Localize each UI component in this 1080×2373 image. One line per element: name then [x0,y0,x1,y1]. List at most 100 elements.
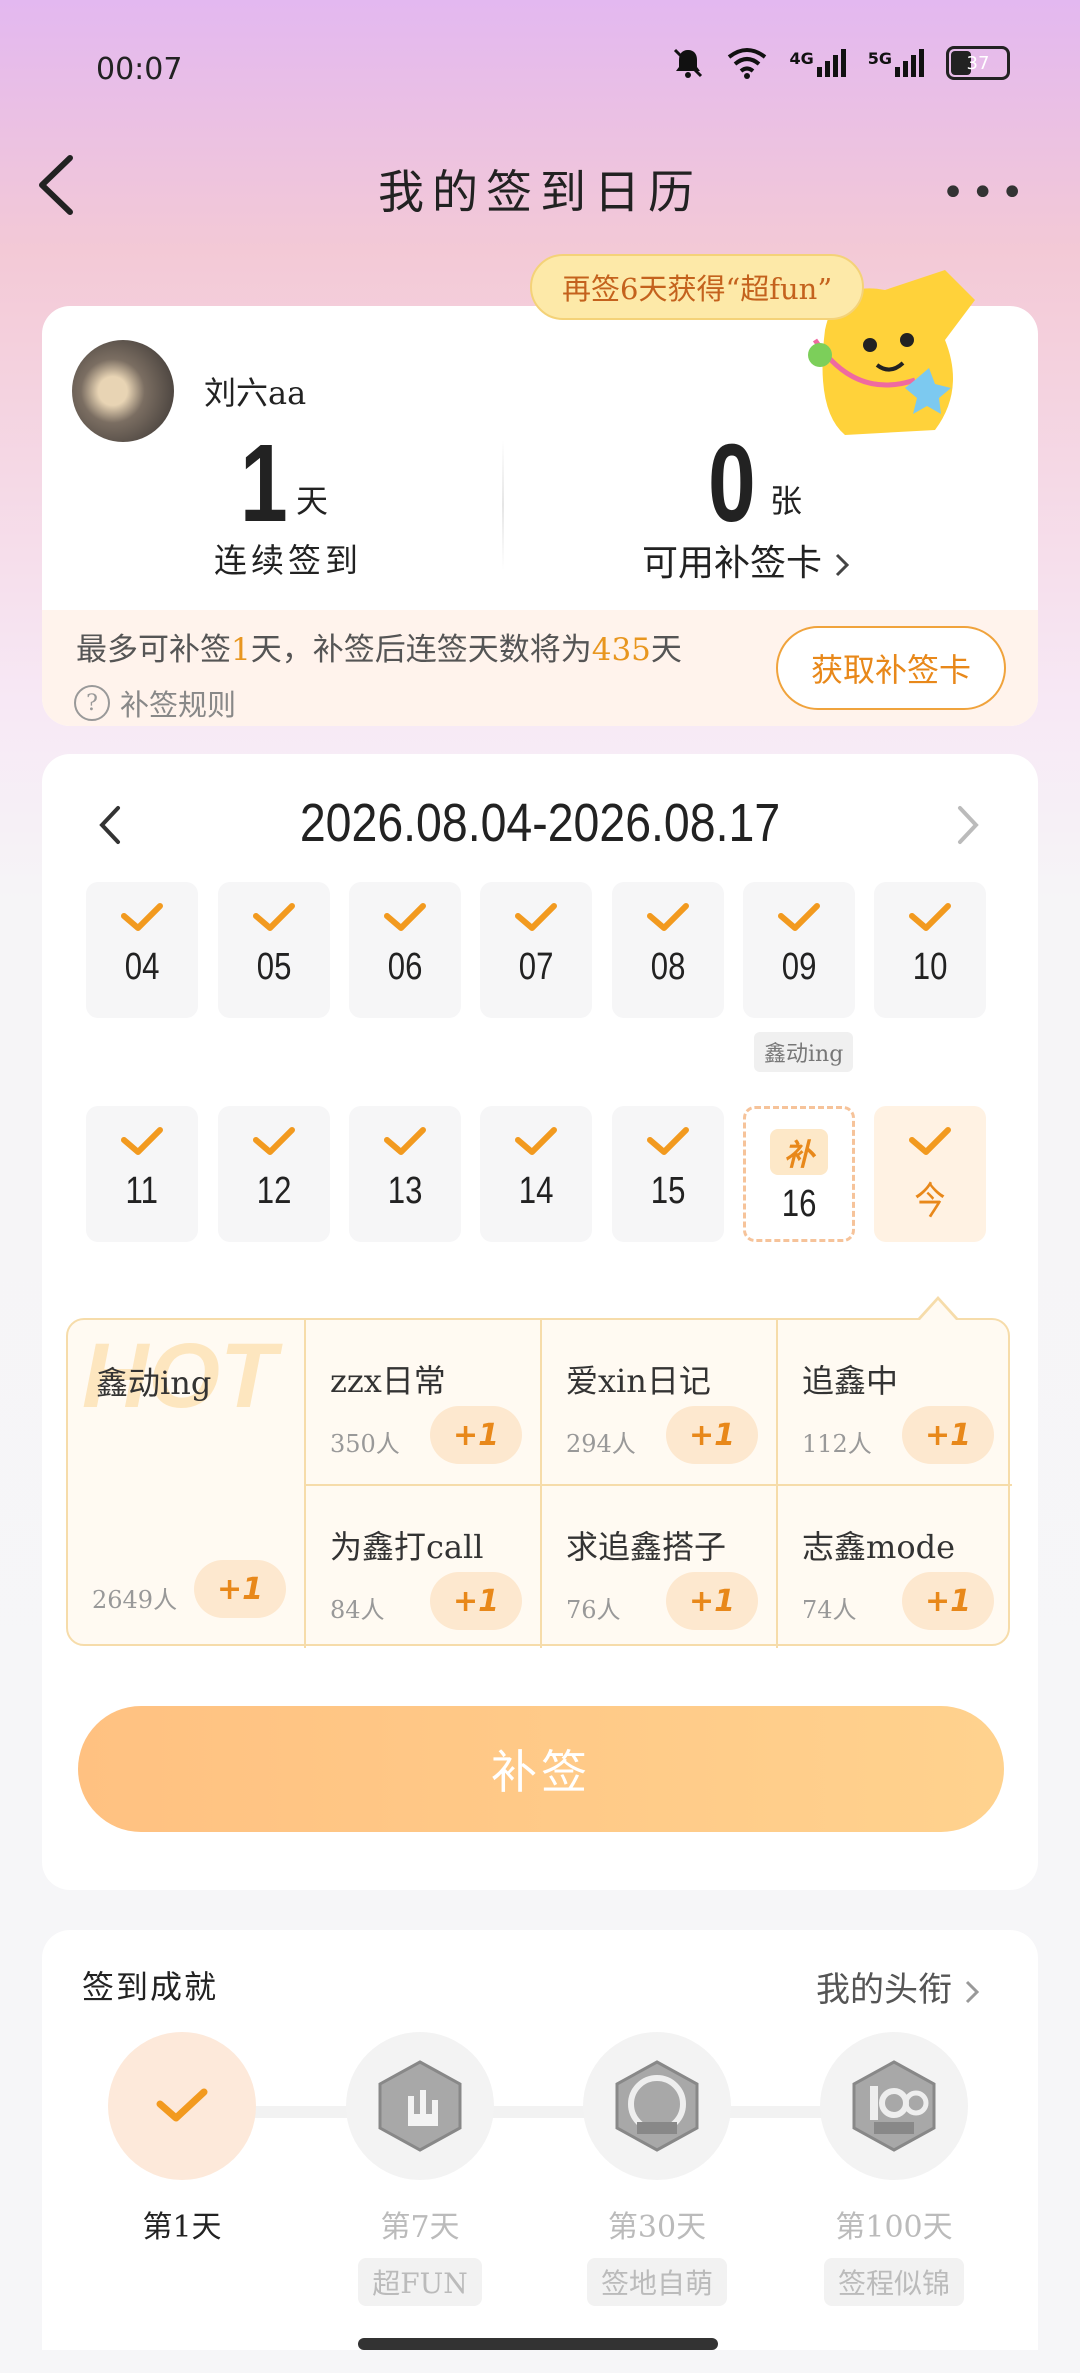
achievement-label: 第1天 [142,2210,222,2245]
calendar-day[interactable]: 06 [349,882,461,1018]
streak-days-label: 连续签到 [214,541,362,580]
calendar-day[interactable]: 12 [218,1106,330,1242]
day-number: 07 [518,946,554,988]
makeup-cards-unit: 张 [770,482,803,520]
today-label: 今 [914,1181,946,1223]
topic-plus-button[interactable]: +1 [430,1572,522,1630]
topics-pointer-inner [920,1300,956,1320]
makeup-rule-link[interactable]: ? 补签规则 [74,682,236,724]
calendar-day[interactable]: 05 [218,882,330,1018]
topic-count: 74人 [802,1596,857,1624]
topic-item[interactable]: 追鑫中 112人 +1 [776,1320,1012,1484]
hundred-days-badge-icon [852,2060,936,2152]
topic-name: zzx日常 [330,1362,446,1400]
thirty-days-badge-icon [615,2060,699,2152]
day-number: 05 [256,946,292,988]
status-icons: 4G 5G 37 [671,46,1010,80]
topic-plus-button[interactable]: +1 [902,1406,994,1464]
topic-plus-button[interactable]: +1 [666,1406,758,1464]
calendar-day[interactable]: 11 [86,1106,198,1242]
achievement-day-100[interactable]: 第100天 签程似锦 [814,2032,974,2306]
day-number: 04 [124,946,160,988]
makeup-cards-label: 可用补签卡 [642,543,823,584]
achievement-badge [583,2032,731,2180]
topic-count: 350人 [330,1430,400,1458]
username: 刘六aa [204,374,307,412]
my-titles-link[interactable]: 我的头衔 [816,1962,981,2011]
check-icon [121,1127,163,1155]
calendar-day[interactable]: 10 [874,882,986,1018]
achievement-label: 第30天 [607,2210,707,2245]
chevron-right-icon [836,553,850,577]
get-makeup-card-button[interactable]: 获取补签卡 [776,626,1006,710]
calendar-day[interactable]: 15 [612,1106,724,1242]
makeup-hint: 最多可补签1天，补签后连签天数将为435天 [76,624,682,669]
achievement-day-7[interactable]: 第7天 超FUN [340,2032,500,2306]
calendar-day-today[interactable]: 今 [874,1106,986,1242]
calendar-day[interactable]: 14 [480,1106,592,1242]
achievement-badge [108,2032,256,2180]
chevron-right-icon[interactable] [950,800,986,850]
hint-suffix: 天 [650,632,682,668]
network-4g-label: 4G [789,49,814,68]
status-time: 00:07 [96,52,183,87]
topic-plus-button[interactable]: +1 [194,1560,286,1618]
topic-name: 爱xin日记 [566,1362,711,1400]
day-topic-tag: 鑫动ing [754,1032,854,1072]
wifi-icon [728,48,767,79]
topic-hot[interactable]: HOT 鑫动ing 2649人 +1 [68,1320,306,1644]
achievements-title: 签到成就 [82,1968,219,2006]
check-icon [515,903,557,931]
avatar[interactable] [72,340,174,442]
topic-item[interactable]: 为鑫打call 84人 +1 [304,1484,540,1648]
achievement-label: 第100天 [835,2210,953,2245]
topic-item[interactable]: 求追鑫搭子 76人 +1 [540,1484,776,1648]
more-options-icon[interactable]: ••• [941,170,1030,216]
day-number: 14 [518,1170,554,1212]
topic-plus-button[interactable]: +1 [902,1572,994,1630]
calendar-day[interactable]: 13 [349,1106,461,1242]
topic-name: 求追鑫搭子 [566,1528,727,1566]
chevron-right-icon [965,1980,979,2003]
date-range: 2026.08.04-2026.08.17 [299,793,781,853]
hint-days: 1 [231,632,251,668]
check-icon [909,903,951,931]
calendar-day[interactable]: 04 [86,882,198,1018]
calendar-day[interactable]: 08 [612,882,724,1018]
streak-reward-bubble: 再签6天获得“超fun” [530,254,865,320]
home-indicator[interactable] [358,2338,718,2350]
topic-item[interactable]: 志鑫mode 74人 +1 [776,1484,1012,1648]
battery-icon: 37 [946,46,1010,80]
signal-5g-icon: 5G [868,49,924,77]
makeup-sign-button[interactable]: 补签 [78,1706,1004,1832]
network-5g-label: 5G [867,49,892,68]
day-number: 16 [781,1183,817,1225]
check-icon [156,2088,208,2122]
achievement-label: 第7天 [380,2210,460,2245]
calendar-day-makeup[interactable]: 补 16 [743,1106,855,1242]
check-icon [253,1127,295,1155]
topic-plus-button[interactable]: +1 [430,1406,522,1464]
topic-item[interactable]: zzx日常 350人 +1 [304,1320,540,1484]
calendar-day[interactable]: 09 [743,882,855,1018]
battery-level: 37 [966,52,990,74]
check-icon [778,903,820,931]
topic-item[interactable]: 爱xin日记 294人 +1 [540,1320,776,1484]
achievement-day-30[interactable]: 第30天 签地自萌 [577,2032,737,2306]
topics-grid: HOT 鑫动ing 2649人 +1 zzx日常 350人 +1 爱xin日记 294人… [66,1318,1012,1648]
topic-name: 志鑫mode [802,1528,956,1566]
achievement-badge [346,2032,494,2180]
calendar-day[interactable]: 07 [480,882,592,1018]
day-number: 11 [125,1170,159,1212]
question-icon: ? [74,685,110,721]
day-number: 12 [256,1170,292,1212]
makeup-cards-link[interactable]: 可用补签卡 [642,534,851,586]
check-icon [384,1127,426,1155]
achievement-day-1[interactable]: 第1天 [102,2032,262,2246]
achievement-tag: 超FUN [358,2258,482,2306]
topic-plus-button[interactable]: +1 [666,1572,758,1630]
rock-hand-badge-icon [378,2060,462,2152]
topic-name: 追鑫中 [802,1362,899,1400]
hint-prefix: 最多可补签 [76,632,231,668]
page-title: 我的签到日历 [378,165,702,219]
